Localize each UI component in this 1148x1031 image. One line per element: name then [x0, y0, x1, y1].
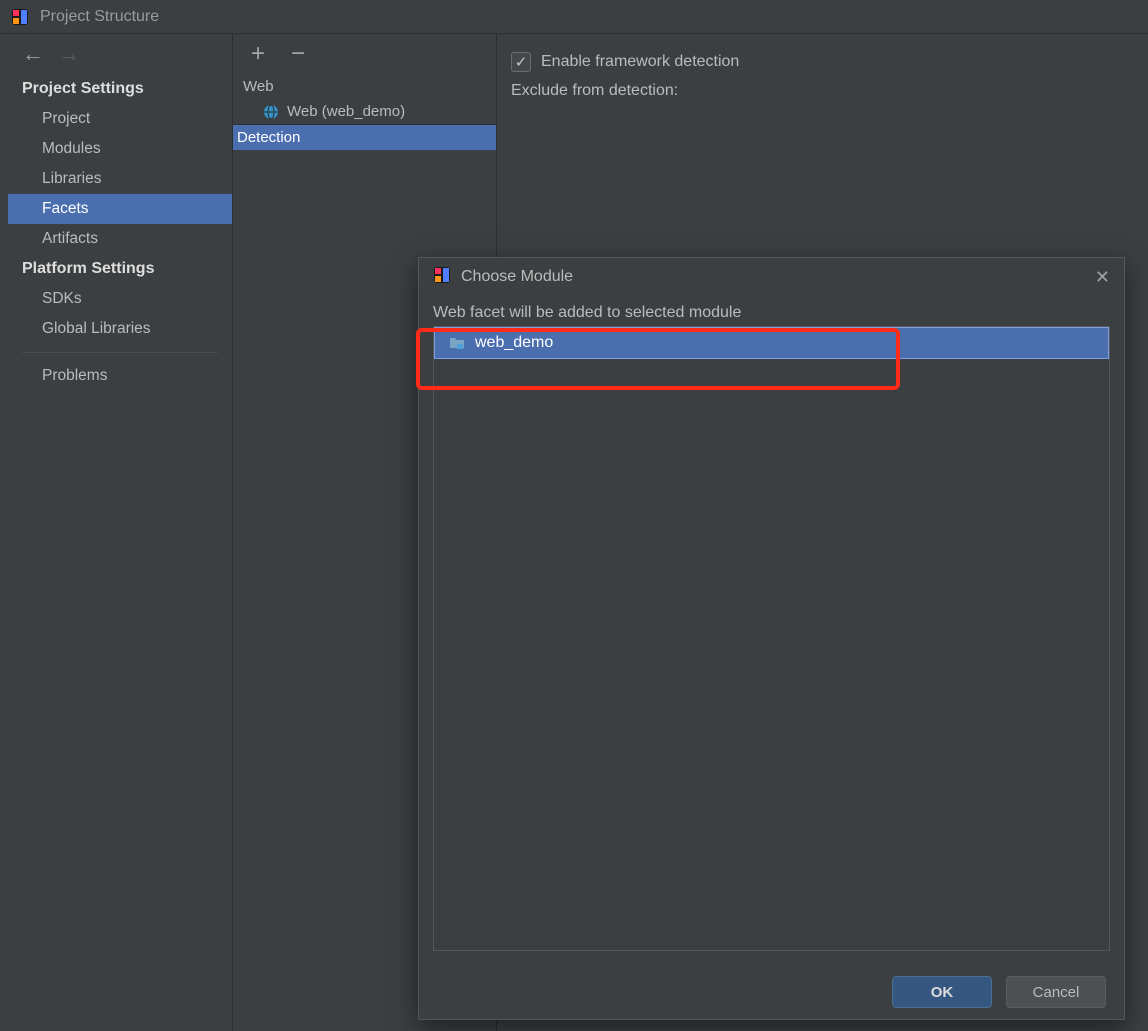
- module-item-web-demo[interactable]: web_demo: [434, 327, 1109, 359]
- enable-detection-checkbox[interactable]: ✓: [511, 52, 531, 72]
- remove-facet-button[interactable]: −: [287, 42, 309, 66]
- ok-button-label: OK: [931, 984, 954, 1001]
- left-gutter: [0, 34, 8, 1031]
- sidebar-item-sdks[interactable]: SDKs: [8, 284, 232, 314]
- sidebar-item-artifacts[interactable]: Artifacts: [8, 224, 232, 254]
- ok-button[interactable]: OK: [892, 976, 992, 1008]
- dialog-body: Web facet will be added to selected modu…: [419, 296, 1124, 965]
- sidebar-separator: [22, 352, 218, 353]
- intellij-icon: [10, 7, 30, 27]
- add-facet-button[interactable]: +: [247, 42, 269, 66]
- choose-module-dialog: Choose Module ✕ Web facet will be added …: [418, 257, 1125, 1020]
- forward-button[interactable]: →: [58, 43, 80, 65]
- sidebar-item-global-libraries[interactable]: Global Libraries: [8, 314, 232, 344]
- module-item-label: web_demo: [475, 334, 553, 352]
- facets-toolbar: + −: [233, 34, 496, 74]
- tree-label: Web (web_demo): [287, 103, 405, 120]
- window-title: Project Structure: [40, 8, 159, 26]
- cancel-button-label: Cancel: [1033, 984, 1080, 1001]
- nav-arrows: ← →: [8, 34, 232, 74]
- module-folder-icon: [449, 335, 465, 351]
- back-button[interactable]: ←: [22, 43, 44, 65]
- exclude-label: Exclude from detection:: [511, 82, 1134, 100]
- sidebar: ← → Project Settings Project Modules Lib…: [8, 34, 233, 1031]
- sidebar-item-facets[interactable]: Facets: [8, 194, 232, 224]
- section-platform-settings: Platform Settings: [8, 254, 232, 284]
- dialog-title-text: Choose Module: [461, 268, 573, 286]
- close-icon[interactable]: ✕: [1095, 267, 1110, 288]
- web-facet-icon: [263, 104, 279, 120]
- module-list: web_demo: [433, 326, 1110, 951]
- section-project-settings: Project Settings: [8, 74, 232, 104]
- titlebar: Project Structure: [0, 0, 1148, 34]
- cancel-button[interactable]: Cancel: [1006, 976, 1106, 1008]
- sidebar-item-libraries[interactable]: Libraries: [8, 164, 232, 194]
- dialog-message: Web facet will be added to selected modu…: [433, 304, 1110, 322]
- sidebar-item-problems[interactable]: Problems: [8, 361, 232, 391]
- enable-detection-label: Enable framework detection: [541, 53, 739, 71]
- sidebar-item-modules[interactable]: Modules: [8, 134, 232, 164]
- enable-detection-row: ✓ Enable framework detection: [511, 52, 1134, 72]
- tree-label: Web: [243, 78, 274, 95]
- dialog-titlebar: Choose Module ✕: [419, 258, 1124, 296]
- tree-item-detection[interactable]: Detection: [233, 124, 496, 150]
- intellij-icon: [433, 266, 451, 289]
- tree-item-web-root[interactable]: Web: [233, 74, 496, 99]
- sidebar-item-project[interactable]: Project: [8, 104, 232, 134]
- dialog-buttons: OK Cancel: [419, 965, 1124, 1019]
- tree-label: Detection: [237, 129, 300, 146]
- tree-item-web-demo[interactable]: Web (web_demo): [233, 99, 496, 124]
